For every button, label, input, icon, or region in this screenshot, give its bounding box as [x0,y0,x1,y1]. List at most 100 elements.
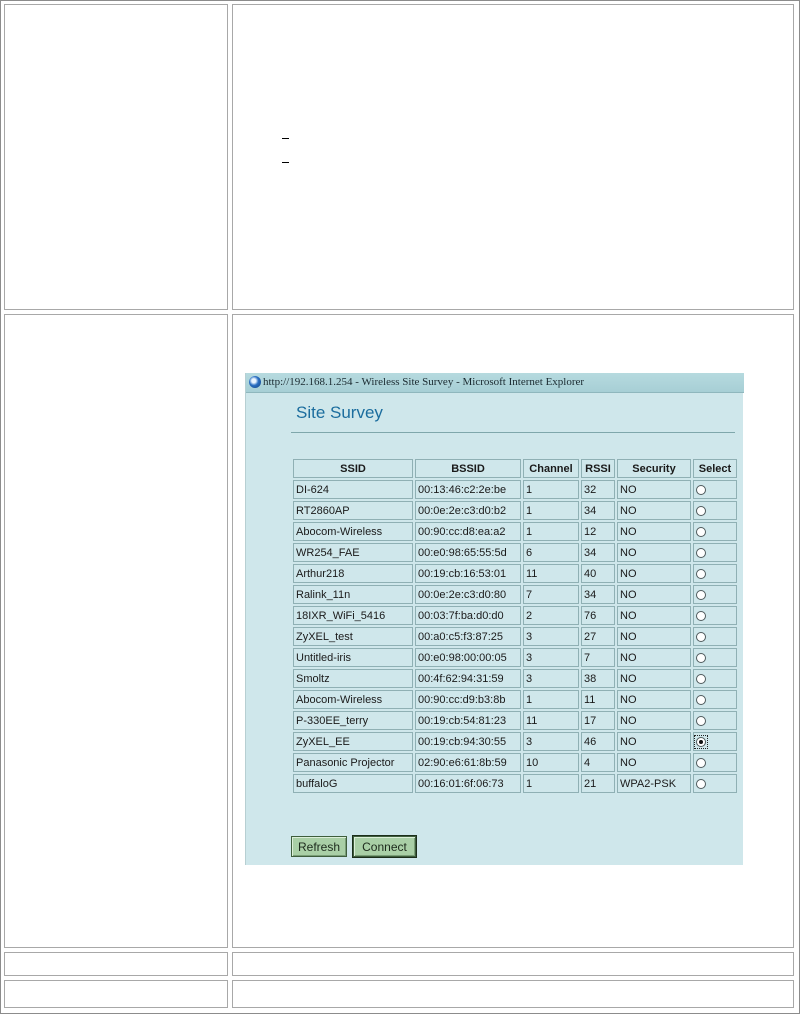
select-radio[interactable] [696,484,706,495]
select-radio[interactable] [696,589,706,600]
ssid-cell: Ralink_11n [293,585,413,604]
rssi-cell: 12 [581,522,615,541]
select-cell [693,669,737,688]
rssi-cell: 40 [581,564,615,583]
table-row: 18IXR_WiFi_5416 00:03:7f:ba:d0:d0 2 76 NO [293,606,737,625]
security-cell: NO [617,585,691,604]
col-security-header: Security [617,459,691,478]
col-rssi-header: RSSI [581,459,615,478]
security-cell: NO [617,690,691,709]
select-cell [693,480,737,499]
row4-label-cell [4,980,228,1008]
select-radio[interactable] [696,631,706,642]
select-cell [693,774,737,793]
radio-focus-ring [694,734,708,749]
row3-label-cell [4,952,228,976]
rssi-cell: 34 [581,585,615,604]
rssi-cell: 38 [581,669,615,688]
select-cell [693,501,737,520]
ssid-cell: ZyXEL_test [293,627,413,646]
col-select-header: Select [693,459,737,478]
channel-cell: 3 [523,627,579,646]
select-radio[interactable] [696,694,706,705]
row2-label-cell [4,314,228,948]
select-radio[interactable] [696,757,706,768]
select-cell [693,606,737,625]
select-cell [693,564,737,583]
select-radio[interactable] [696,778,706,789]
window-titlebar: http://192.168.1.254 - Wireless Site Sur… [246,373,744,393]
channel-cell: 1 [523,522,579,541]
rssi-cell: 46 [581,732,615,751]
col-channel-header: Channel [523,459,579,478]
security-cell: NO [617,648,691,667]
rssi-cell: 21 [581,774,615,793]
select-cell [693,543,737,562]
select-cell [693,627,737,646]
select-radio[interactable] [696,652,706,663]
table-row: ZyXEL_EE 00:19:cb:94:30:55 3 46 NO [293,732,737,751]
select-radio[interactable] [696,547,706,558]
select-cell [693,648,737,667]
channel-cell: 1 [523,690,579,709]
table-row: Abocom-Wireless 00:90:cc:d8:ea:a2 1 12 NO [293,522,737,541]
ssid-cell: Panasonic Projector [293,753,413,772]
security-cell: NO [617,543,691,562]
security-cell: NO [617,753,691,772]
select-radio[interactable] [696,673,706,684]
select-radio[interactable] [696,715,706,726]
channel-cell: 3 [523,648,579,667]
ssid-cell: DI-624 [293,480,413,499]
select-radio[interactable] [696,526,706,537]
table-row: DI-624 00:13:46:c2:2e:be 1 32 NO [293,480,737,499]
security-cell: NO [617,480,691,499]
security-cell: WPA2-PSK [617,774,691,793]
bssid-cell: 00:0e:2e:c3:d0:80 [415,585,521,604]
bssid-cell: 00:03:7f:ba:d0:d0 [415,606,521,625]
table-header-row: SSID BSSID Channel RSSI Security Select [293,459,737,478]
row1-label-cell [4,4,228,310]
select-cell [693,732,737,751]
security-cell: NO [617,669,691,688]
table-row: buffaloG 00:16:01:6f:06:73 1 21 WPA2-PSK [293,774,737,793]
ssid-cell: 18IXR_WiFi_5416 [293,606,413,625]
table-row: RT2860AP 00:0e:2e:c3:d0:b2 1 34 NO [293,501,737,520]
rssi-cell: 34 [581,501,615,520]
channel-cell: 2 [523,606,579,625]
col-ssid-header: SSID [293,459,413,478]
refresh-button[interactable]: Refresh [291,836,347,857]
security-cell: NO [617,732,691,751]
security-cell: NO [617,711,691,730]
table-row: P-330EE_terry 00:19:cb:54:81:23 11 17 NO [293,711,737,730]
ssid-cell: P-330EE_terry [293,711,413,730]
security-cell: NO [617,564,691,583]
channel-cell: 10 [523,753,579,772]
ssid-cell: Smoltz [293,669,413,688]
bssid-cell: 02:90:e6:61:8b:59 [415,753,521,772]
bssid-cell: 00:0e:2e:c3:d0:b2 [415,501,521,520]
select-cell [693,690,737,709]
security-cell: NO [617,522,691,541]
row4-content-cell [232,980,794,1008]
select-radio[interactable] [696,736,706,747]
select-radio[interactable] [696,568,706,579]
channel-cell: 11 [523,564,579,583]
bssid-cell: 00:19:cb:16:53:01 [415,564,521,583]
table-row: Ralink_11n 00:0e:2e:c3:d0:80 7 34 NO [293,585,737,604]
channel-cell: 1 [523,774,579,793]
select-radio[interactable] [696,505,706,516]
table-row: Arthur218 00:19:cb:16:53:01 11 40 NO [293,564,737,583]
select-cell [693,711,737,730]
bullet-dash [282,162,289,163]
channel-cell: 3 [523,732,579,751]
bullet-dash [282,138,289,139]
connect-button[interactable]: Connect [352,835,417,858]
table-row: Panasonic Projector 02:90:e6:61:8b:59 10 4 N… [293,753,737,772]
bssid-cell: 00:e0:98:65:55:5d [415,543,521,562]
select-radio[interactable] [696,610,706,621]
select-cell [693,522,737,541]
bssid-cell: 00:4f:62:94:31:59 [415,669,521,688]
rssi-cell: 34 [581,543,615,562]
heading-divider [291,432,735,433]
rssi-cell: 17 [581,711,615,730]
